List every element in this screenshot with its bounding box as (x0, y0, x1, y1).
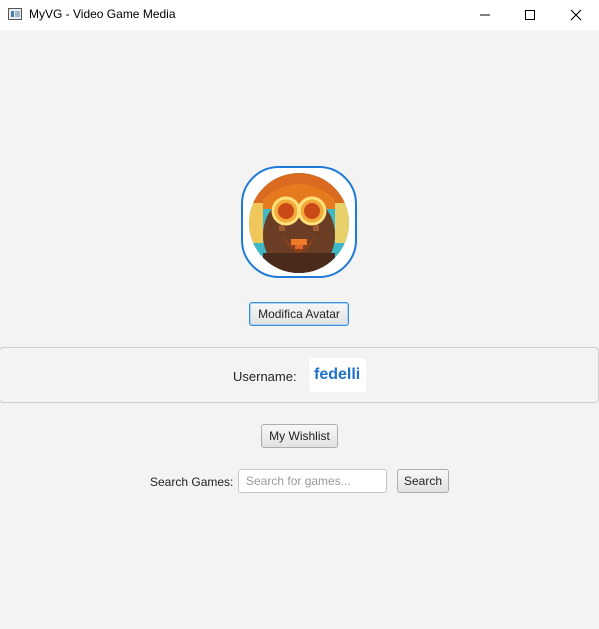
username-value: fedelli (314, 366, 361, 383)
title-bar[interactable]: MyVG - Video Game Media (0, 0, 599, 30)
username-label: Username: (233, 369, 297, 384)
username-panel (0, 347, 599, 403)
maximize-icon (525, 10, 535, 20)
close-icon (570, 9, 582, 21)
edit-avatar-button[interactable]: Modifica Avatar (249, 302, 349, 326)
maximize-button[interactable] (507, 0, 553, 30)
window-title: MyVG - Video Game Media (29, 7, 176, 21)
search-button[interactable]: Search (397, 469, 449, 493)
search-input[interactable] (238, 469, 387, 493)
avatar-image (249, 173, 349, 273)
minimize-button[interactable] (462, 0, 508, 30)
app-window: MyVG - Video Game Media Modifica Avatar … (0, 0, 599, 629)
minimize-icon (480, 14, 490, 16)
my-wishlist-button[interactable]: My Wishlist (261, 424, 338, 448)
close-button[interactable] (553, 0, 599, 30)
search-games-label: Search Games: (150, 475, 234, 489)
avatar (249, 173, 349, 273)
app-icon (8, 8, 22, 20)
